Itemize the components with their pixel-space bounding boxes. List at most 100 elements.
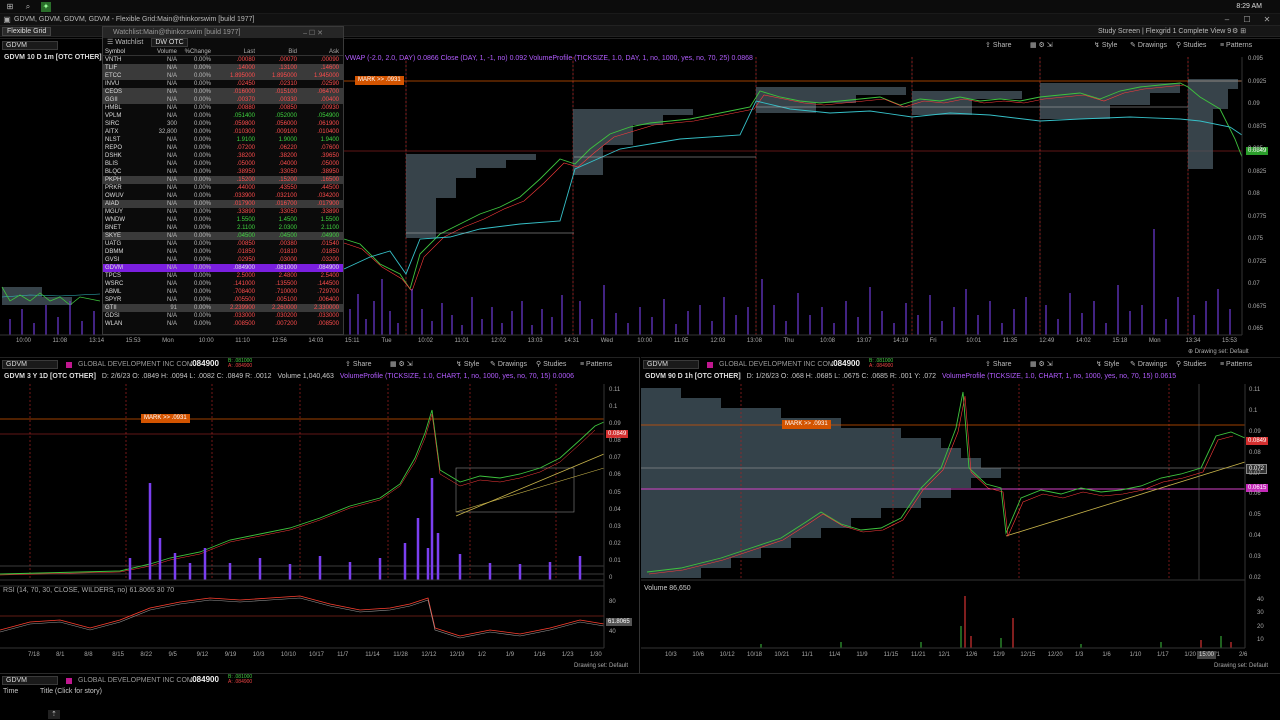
chart-panel-2[interactable]: GDVM GLOBAL DEVELOPMENT INC COM .084900 …: [0, 357, 640, 673]
layout-icon[interactable]: ⚙ ⊞: [1232, 27, 1246, 36]
watchlist-row[interactable]: VNTH N/A 0.00% .00080 .00070 .00090: [103, 56, 343, 64]
watchlist-window-controls[interactable]: – ☐ ✕: [303, 29, 323, 37]
chart-panel-3[interactable]: GDVM GLOBAL DEVELOPMENT INC COM .084900 …: [641, 357, 1280, 673]
watchlist-row[interactable]: AIAD N/A 0.00% .017900 .016700 .017900: [103, 200, 343, 208]
watchlist-row[interactable]: ETCC N/A 0.00% 1.895000 1.895000 1.945000: [103, 72, 343, 80]
watchlist-row[interactable]: CEOS N/A 0.00% .016000 .015100 .064700: [103, 88, 343, 96]
row-ask: 2.330000: [313, 305, 339, 311]
row-symbol: GTII: [105, 305, 117, 311]
watchlist-row[interactable]: BLQC N/A 0.00% .38950 .33050 .38950: [103, 168, 343, 176]
watchlist-row[interactable]: OWUV N/A 0.00% .033900 .032100 .034200: [103, 192, 343, 200]
watchlist-row[interactable]: MGUY N/A 0.00% .33890 .33050 .33890: [103, 208, 343, 216]
watchlist-row[interactable]: BLIS N/A 0.00% .05000 .04000 .05000: [103, 160, 343, 168]
chart2-studies-button[interactable]: ⚲ Studies: [536, 360, 566, 370]
chart2-rsi-axis: 80 40: [607, 598, 640, 638]
chart3-drawing-set[interactable]: Drawing set: Default: [1214, 663, 1268, 669]
row-change: 0.00%: [193, 89, 211, 95]
chart2-symbol-selector[interactable]: GDVM: [2, 360, 58, 369]
watchlist-row[interactable]: DBMM N/A 0.00% .01850 .01810 .01850: [103, 248, 343, 256]
watchlist-row[interactable]: GTII 91 0.00% 2.239900 2.260000 2.330000: [103, 304, 343, 312]
chart1-mark-label[interactable]: MARK >> .0931: [355, 76, 404, 85]
chart3-ohlc: D: 1/26/23 O: .068 H: .0685 L: .0675 C: …: [746, 373, 937, 380]
chart3-style-button[interactable]: ↯ Style: [1096, 360, 1119, 370]
chart1-drawing-set[interactable]: ⊕ Drawing set: Default: [1188, 348, 1249, 355]
watchlist-row[interactable]: WLAN N/A 0.00% .008500 .007200 .008500: [103, 320, 343, 328]
x-tick-label: 10/6: [692, 652, 705, 658]
chart2-drawings-button[interactable]: ✎ Drawings: [490, 360, 527, 370]
chart3-share-button[interactable]: ⇪ Share: [985, 360, 1012, 370]
chart3-link-icon[interactable]: [707, 362, 713, 368]
chart3-studies-button[interactable]: ⚲ Studies: [1176, 360, 1206, 370]
chart2-share-button[interactable]: ⇪ Share: [345, 360, 372, 370]
watchlist-row[interactable]: SPYR N/A 0.00% .005500 .005100 .006400: [103, 296, 343, 304]
y-tick-label: 0.02: [609, 540, 621, 547]
chart2-tools-icons[interactable]: ▦ ⚙ ⇲: [390, 360, 413, 370]
news-link-icon[interactable]: [66, 678, 72, 684]
tab-flexible-grid[interactable]: Flexible Grid: [2, 27, 52, 36]
chart1-style-button[interactable]: ↯ Style: [1094, 41, 1117, 51]
chart1-share-button[interactable]: ⇪ Share: [985, 41, 1012, 51]
watchlist-row[interactable]: VPLM N/A 0.00% .051400 .052000 .054900: [103, 112, 343, 120]
chart3-drawings-button[interactable]: ✎ Drawings: [1130, 360, 1167, 370]
watchlist-row[interactable]: REPO N/A 0.00% .07200 .06220 .07600: [103, 144, 343, 152]
watchlist-row[interactable]: GGII N/A 0.00% .00370 .00330 .00400: [103, 96, 343, 104]
col-symbol[interactable]: Symbol: [103, 48, 143, 56]
watchlist-row[interactable]: SIRC 300 0.00% .059800 .056000 .061900: [103, 120, 343, 128]
watchlist-row[interactable]: TLIF N/A 0.00% .14000 .13100 .14600: [103, 64, 343, 72]
windows-start-icon[interactable]: ⊞: [5, 2, 15, 12]
row-bid: .00070: [278, 57, 297, 63]
col-ask[interactable]: Ask: [297, 48, 339, 56]
col-volume[interactable]: Volume: [143, 48, 177, 56]
col-last[interactable]: Last: [211, 48, 255, 56]
watchlist-row[interactable]: ABML N/A 0.00% .708400 .710000 .729700: [103, 288, 343, 296]
news-symbol-selector[interactable]: GDVM: [2, 676, 58, 685]
chart1-studies-button[interactable]: ⚲ Studies: [1176, 41, 1206, 51]
watchlist-window[interactable]: Watchlist:Main@thinkorswim [build 1977] …: [102, 26, 344, 335]
thinkorswim-app-icon[interactable]: ✦: [41, 2, 51, 12]
row-volume: N/A: [166, 185, 177, 191]
chart2-patterns-button[interactable]: ≡ Patterns: [580, 360, 612, 370]
watchlist-row[interactable]: WNDW N/A 0.00% 1.5500 1.4500 1.5500: [103, 216, 343, 224]
minimize-icon[interactable]: –: [1222, 15, 1232, 25]
watchlist-selector[interactable]: DW OTC: [151, 38, 188, 47]
row-symbol: AITX: [105, 129, 119, 135]
watchlist-row[interactable]: PKPH N/A 0.00% .15200 .15200 .16500: [103, 176, 343, 184]
col-change[interactable]: %Change: [177, 48, 211, 56]
chart2-link-icon[interactable]: [66, 362, 72, 368]
chart2-mark-label[interactable]: MARK >> .0931: [141, 414, 190, 423]
watchlist-row[interactable]: UATG N/A 0.00% .00850 .00380 .01540: [103, 240, 343, 248]
row-symbol: TPCS: [105, 273, 122, 279]
chart3-mark-label[interactable]: MARK >> .0931: [782, 420, 831, 429]
watchlist-row[interactable]: SKYE N/A 0.00% .04500 .04500 .04900: [103, 232, 343, 240]
watchlist-row[interactable]: PRKR N/A 0.00% .44000 .43550 .44500: [103, 184, 343, 192]
watchlist-row[interactable]: BNET N/A 0.00% 2.1100 2.0300 2.1100: [103, 224, 343, 232]
chart1-patterns-button[interactable]: ≡ Patterns: [1220, 41, 1252, 51]
news-col-time[interactable]: Time: [3, 687, 18, 696]
chart2-drawing-set[interactable]: Drawing set: Default: [574, 663, 628, 669]
chart1-tools-icons[interactable]: ▦ ⚙ ⇲: [1030, 41, 1053, 51]
search-icon[interactable]: ⌕: [23, 2, 33, 12]
watchlist-row[interactable]: AITX 32,800 0.00% .010300 .009100 .010400: [103, 128, 343, 136]
watchlist-row[interactable]: WSRC N/A 0.00% .141000 .135500 .144500: [103, 280, 343, 288]
chart3-symbol-selector[interactable]: GDVM: [643, 360, 699, 369]
chart3-patterns-button[interactable]: ≡ Patterns: [1220, 360, 1252, 370]
chart3-tools-icons[interactable]: ▦ ⚙ ⇲: [1030, 360, 1053, 370]
close-icon[interactable]: ✕: [1262, 15, 1272, 25]
watchlist-row[interactable]: TPCS N/A 0.00% 2.5000 2.4800 2.5400: [103, 272, 343, 280]
col-bid[interactable]: Bid: [255, 48, 297, 56]
row-bid: .00380: [278, 241, 297, 247]
collapse-icon[interactable]: ⇡: [48, 710, 60, 719]
maximize-icon[interactable]: ☐: [1242, 15, 1252, 25]
watchlist-row[interactable]: DSHK N/A 0.00% .38200 .38200 .39650: [103, 152, 343, 160]
watchlist-row[interactable]: GDVM N/A 0.00% .084900 .081000 .084900: [103, 264, 343, 272]
watchlist-row[interactable]: NLST N/A 0.00% 1.9100 1.9000 1.9400: [103, 136, 343, 144]
watchlist-row[interactable]: HMBL N/A 0.00% .00880 .00850 .00930: [103, 104, 343, 112]
chart2-style-button[interactable]: ↯ Style: [456, 360, 479, 370]
watchlist-row[interactable]: GVSI N/A 0.00% .02950 .03000 .03200: [103, 256, 343, 264]
watchlist-row[interactable]: INVU N/A 0.00% .02450 .02310 .02590: [103, 80, 343, 88]
row-ask: .01540: [320, 241, 339, 247]
chart1-symbol-selector[interactable]: GDVM: [2, 41, 58, 50]
news-col-title[interactable]: Title (Click for story): [40, 687, 102, 696]
watchlist-row[interactable]: GDSI N/A 0.00% .033000 .030200 .033000: [103, 312, 343, 320]
chart1-drawings-button[interactable]: ✎ Drawings: [1130, 41, 1167, 51]
